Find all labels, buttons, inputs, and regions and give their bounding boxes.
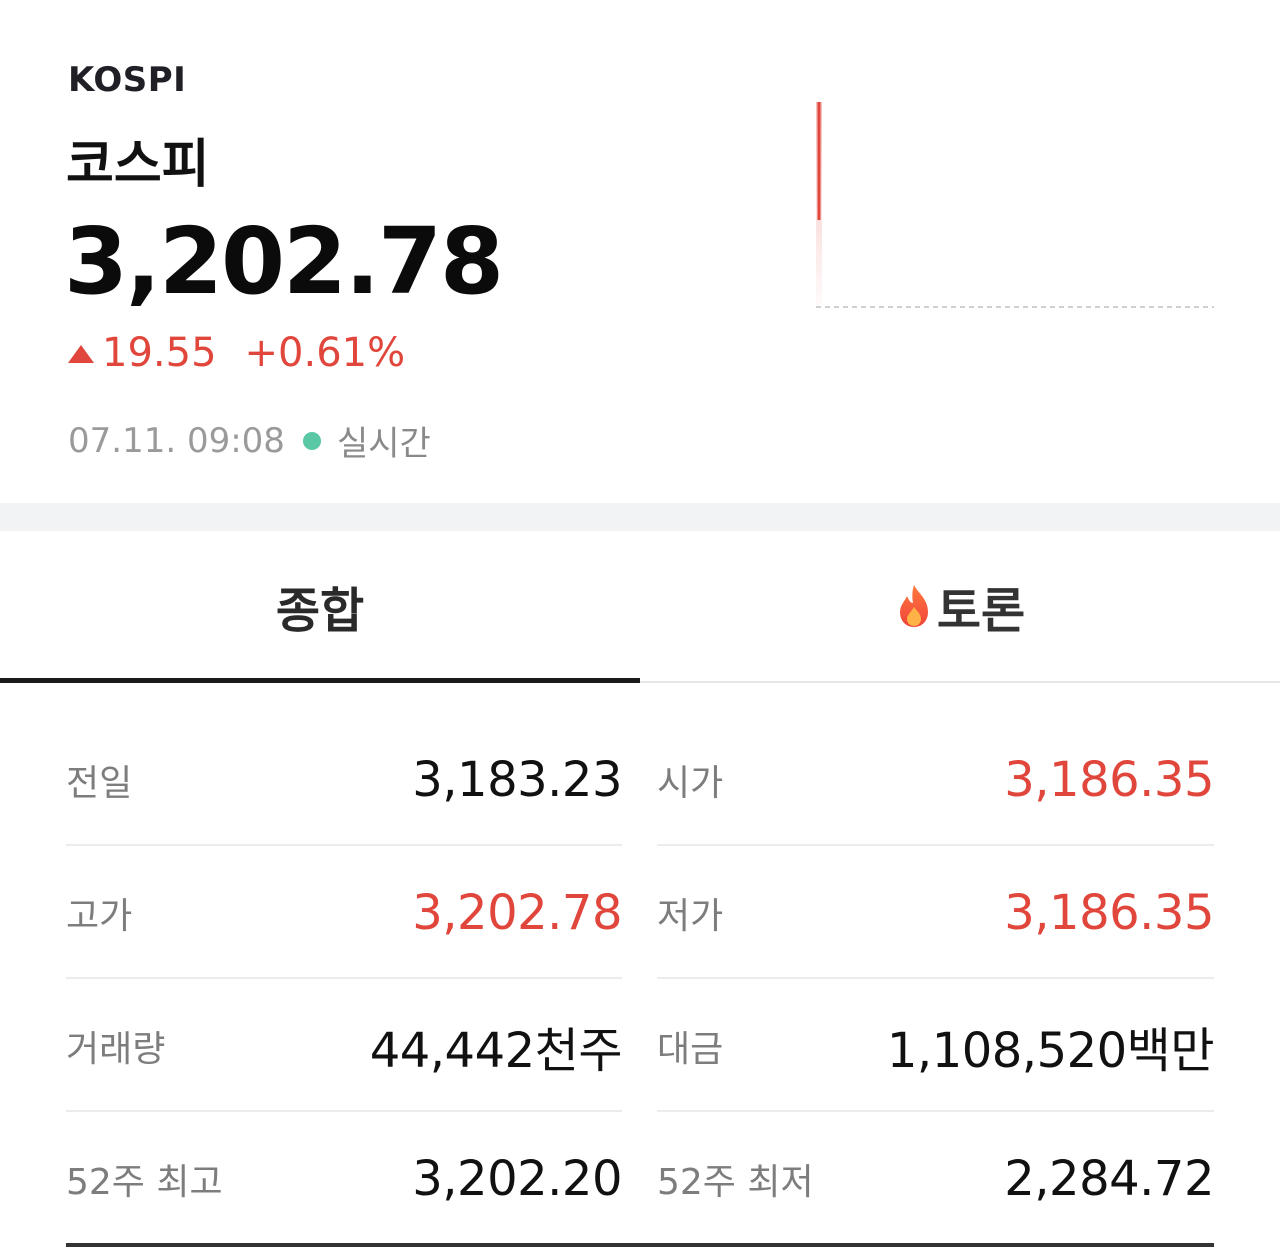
- stat-value: 3,186.35: [1004, 884, 1214, 941]
- stat-label: 52주 최고: [66, 1161, 223, 1203]
- intraday-sparkline[interactable]: [800, 90, 1230, 320]
- stat-label: 시가: [657, 762, 724, 804]
- index-name: 코스피: [66, 135, 210, 195]
- stat-row: 고가 3,202.78 저가 3,186.35: [66, 846, 1214, 979]
- stock-detail-page: KOSPI 코스피 3,202.78 19.55 +0.61% 07.11. 0…: [0, 0, 1280, 1251]
- price-change-value: 19.55: [102, 330, 217, 376]
- stat-52w-high: 52주 최고 3,202.20: [66, 1112, 622, 1245]
- stat-high: 고가 3,202.78: [66, 846, 622, 979]
- stat-value: 3,186.35: [1004, 751, 1214, 808]
- stat-value: 3,202.20: [412, 1150, 622, 1207]
- timestamp-row: 07.11. 09:08 실시간: [68, 416, 431, 465]
- live-label: 실시간: [336, 424, 431, 464]
- stats-table: 전일 3,183.23 시가 3,186.35 고가 3,202.78 저가 3…: [66, 713, 1215, 1245]
- stat-volume: 거래량 44,442천주: [66, 979, 623, 1112]
- stat-value: 3,202.78: [412, 884, 622, 941]
- stat-value: 1,108,520백만: [886, 1022, 1215, 1079]
- section-divider: [0, 503, 1280, 531]
- stat-amount: 대금 1,108,520백만: [657, 979, 1215, 1112]
- stat-52w-low: 52주 최저 2,284.72: [657, 1112, 1214, 1245]
- stat-value: 44,442천주: [369, 1022, 623, 1079]
- tab-discussion[interactable]: 토론: [640, 531, 1280, 681]
- tab-bar: 종합 토론: [0, 531, 1280, 683]
- stat-low: 저가 3,186.35: [657, 846, 1214, 979]
- index-code: KOSPI: [68, 60, 187, 100]
- stat-value: 3,183.23: [412, 751, 622, 808]
- stat-label: 전일: [66, 762, 133, 804]
- index-header: KOSPI 코스피 3,202.78 19.55 +0.61% 07.11. 0…: [0, 0, 1280, 505]
- stat-label: 52주 최저: [657, 1161, 814, 1203]
- stat-row: 거래량 44,442천주 대금 1,108,520백만: [66, 979, 1215, 1112]
- stat-prev-close: 전일 3,183.23: [66, 713, 622, 846]
- stat-open: 시가 3,186.35: [657, 713, 1214, 846]
- price-change-percent: +0.61%: [244, 330, 406, 376]
- timestamp: 07.11. 09:08: [68, 420, 285, 461]
- fire-icon: [899, 585, 928, 627]
- stat-label: 고가: [66, 895, 133, 937]
- tab-overview[interactable]: 종합: [0, 531, 640, 683]
- current-price: 3,202.78: [64, 208, 504, 315]
- stat-row: 전일 3,183.23 시가 3,186.35: [66, 713, 1214, 846]
- stat-label: 대금: [657, 1028, 724, 1070]
- tab-overview-label: 종합: [275, 583, 365, 639]
- live-dot-icon: [302, 431, 321, 450]
- stat-value: 2,284.72: [1004, 1150, 1214, 1207]
- price-change-row: 19.55 +0.61%: [68, 330, 405, 376]
- bottom-divider: [66, 1243, 1214, 1247]
- stat-row: 52주 최고 3,202.20 52주 최저 2,284.72: [66, 1112, 1214, 1245]
- tab-discussion-label: 토론: [936, 583, 1026, 639]
- stat-label: 거래량: [66, 1028, 166, 1070]
- stat-label: 저가: [657, 895, 724, 937]
- triangle-up-icon: [68, 345, 94, 363]
